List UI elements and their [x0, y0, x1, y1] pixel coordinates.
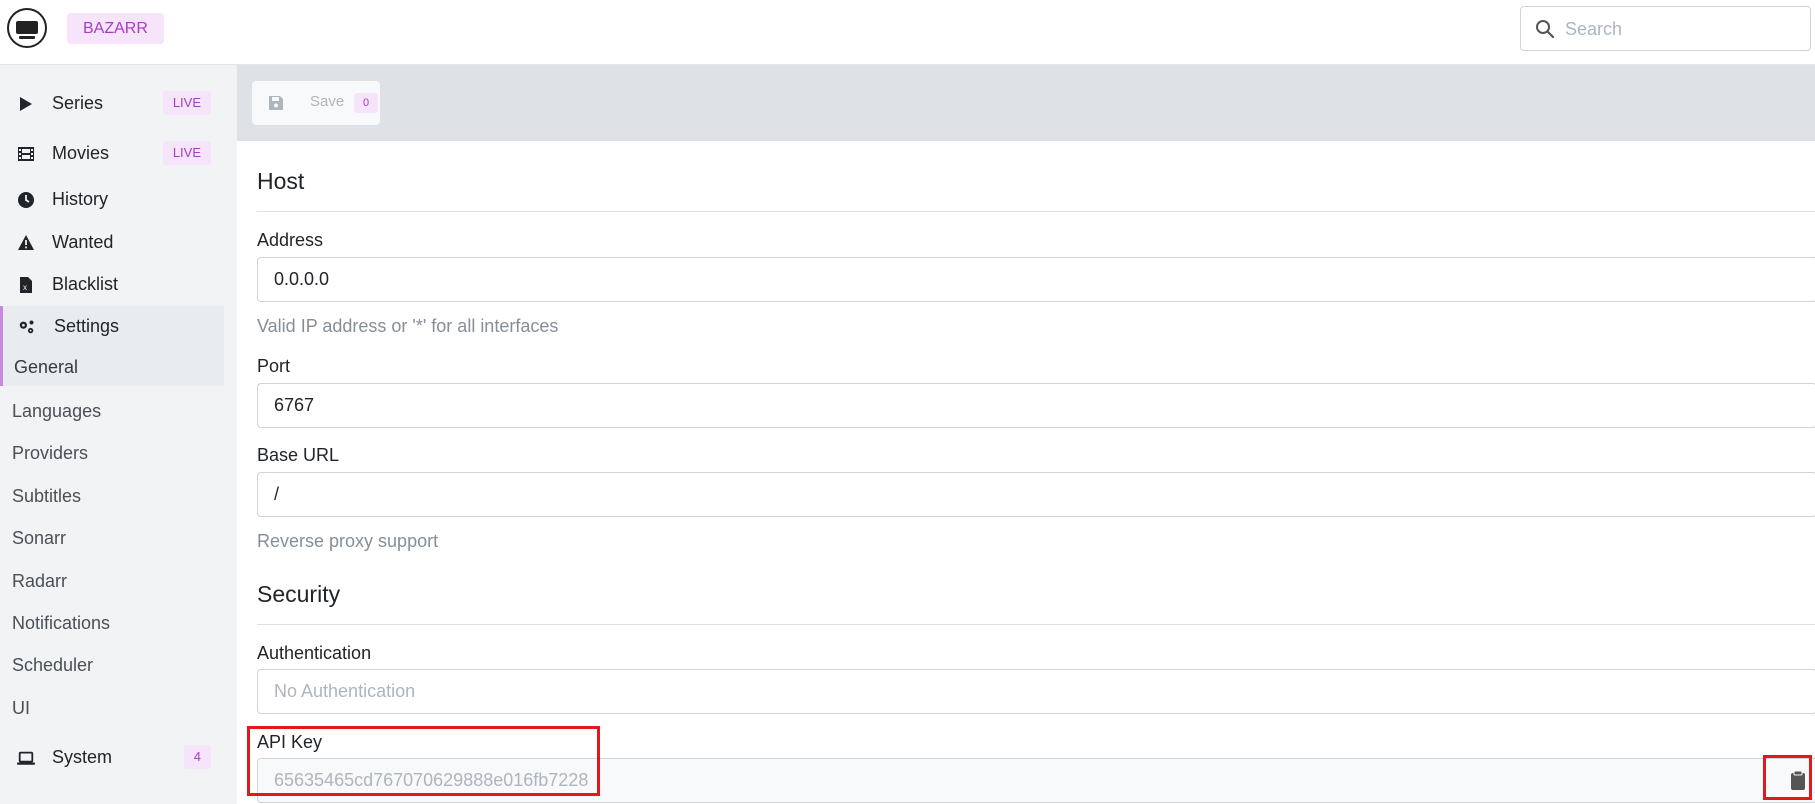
save-label: Save	[310, 93, 345, 110]
sidebar-sub-languages[interactable]: Languages	[0, 392, 224, 430]
search-placeholder: Search	[1565, 19, 1623, 39]
file-excel-icon: x	[20, 277, 32, 293]
search-input[interactable]: Search	[1520, 6, 1811, 51]
section-divider	[257, 211, 1815, 212]
sidebar-item-settings[interactable]: Settings	[0, 306, 224, 348]
sidebar-item-label: History	[52, 189, 109, 209]
section-divider	[257, 624, 1815, 625]
authentication-select[interactable]: No Authentication	[257, 669, 1815, 714]
settings-toolbar: Save 0	[237, 65, 1815, 141]
address-field[interactable]: 0.0.0.0	[257, 257, 1815, 302]
sidebar-sub-sonarr[interactable]: Sonarr	[0, 519, 224, 557]
sidebar-item-label: Movies	[52, 143, 110, 163]
system-count-badge: 4	[183, 745, 211, 769]
sidebar-item-series[interactable]: Series LIVE	[0, 83, 224, 123]
live-badge: LIVE	[162, 141, 211, 165]
sidebar-item-label: Blacklist	[52, 274, 119, 294]
sidebar-sub-radarr[interactable]: Radarr	[0, 562, 224, 600]
live-badge: LIVE	[162, 91, 211, 115]
clipboard-highlight-box	[1763, 755, 1812, 800]
authentication-label: Authentication	[257, 643, 372, 663]
laptop-icon	[17, 751, 35, 765]
security-section-title: Security	[257, 581, 341, 607]
settings-content: Host Address 0.0.0.0 Valid IP address or…	[237, 141, 1815, 804]
cogs-icon	[19, 320, 34, 334]
sidebar-item-movies[interactable]: Movies LIVE	[0, 133, 224, 173]
address-help-text: Valid IP address or '*' for all interfac…	[257, 316, 559, 336]
save-button[interactable]: Save 0	[252, 81, 380, 125]
sidebar: Series LIVE Movies LIVE History Wanted x…	[0, 65, 237, 804]
warning-icon	[18, 235, 34, 250]
port-field[interactable]: 6767	[257, 383, 1815, 428]
clock-icon	[18, 192, 34, 208]
sidebar-item-label: Settings	[54, 316, 120, 336]
top-header: BAZARR Search	[0, 0, 1815, 65]
sidebar-sub-scheduler[interactable]: Scheduler	[0, 646, 224, 684]
bazarr-logo-icon[interactable]	[7, 8, 47, 48]
sidebar-item-wanted[interactable]: Wanted	[0, 222, 224, 262]
sidebar-item-label: System	[52, 747, 113, 767]
sidebar-item-label: Wanted	[52, 232, 114, 252]
sidebar-sub-ui[interactable]: UI	[0, 689, 224, 727]
base-url-field[interactable]: /	[257, 472, 1815, 517]
svg-text:x: x	[23, 283, 27, 292]
api-key-highlight-box	[247, 726, 600, 796]
base-url-label: Base URL	[257, 445, 340, 465]
play-icon	[20, 97, 32, 111]
sidebar-sub-general[interactable]: General	[0, 348, 224, 386]
sidebar-item-history[interactable]: History	[0, 179, 224, 219]
address-label: Address	[257, 230, 324, 250]
host-section-title: Host	[257, 168, 305, 194]
film-icon	[18, 147, 34, 161]
sidebar-sub-subtitles[interactable]: Subtitles	[0, 477, 224, 515]
sidebar-sub-providers[interactable]: Providers	[0, 434, 224, 472]
sidebar-item-label: Series	[52, 93, 104, 113]
save-icon	[269, 96, 283, 110]
brand-badge[interactable]: BAZARR	[67, 13, 164, 44]
port-label: Port	[257, 356, 291, 376]
sidebar-item-blacklist[interactable]: x Blacklist	[0, 264, 224, 304]
sidebar-item-system[interactable]: System 4	[0, 737, 224, 777]
base-url-help-text: Reverse proxy support	[257, 531, 439, 551]
search-icon	[1536, 20, 1555, 39]
save-count-badge: 0	[354, 93, 378, 113]
sidebar-sub-notifications[interactable]: Notifications	[0, 604, 224, 642]
